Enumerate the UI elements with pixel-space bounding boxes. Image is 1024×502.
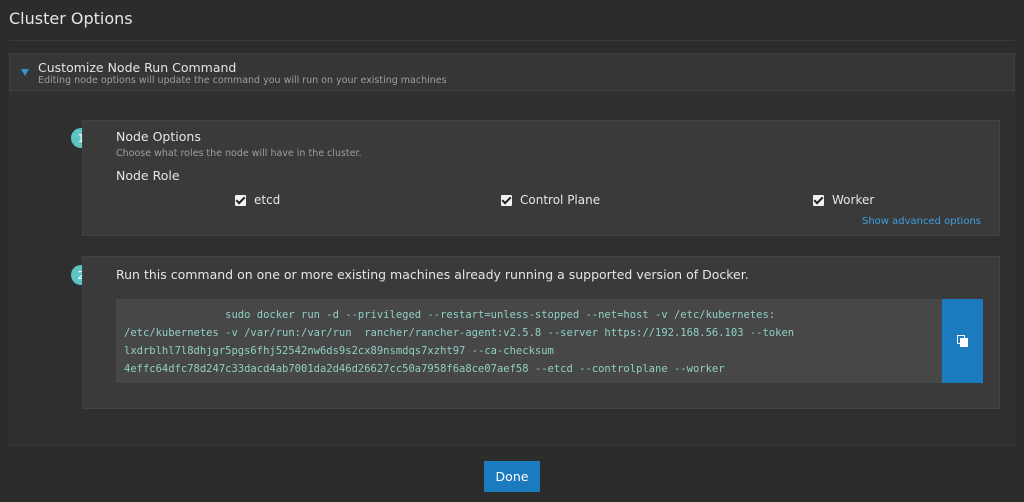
role-label-etcd: etcd: [254, 193, 281, 207]
accordion-title: Customize Node Run Command: [38, 60, 237, 75]
customize-node-accordion[interactable]: Customize Node Run Command Editing node …: [9, 53, 1015, 91]
command-line: lxdrblhl7l8dhjgr5pgs6fhj52542nw6ds9s2cx8…: [124, 345, 554, 357]
node-options-title: Node Options: [116, 129, 201, 144]
accordion-subtitle: Editing node options will update the com…: [38, 75, 447, 86]
title-divider: [9, 40, 1015, 41]
role-checkbox-worker[interactable]: Worker: [813, 193, 874, 207]
command-line: 4effc64dfc78d247c33dacd4ab7001da2d46d266…: [124, 363, 725, 375]
run-command-card: Run this command on one or more existing…: [82, 256, 1000, 409]
node-options-card: Node Options Choose what roles the node …: [82, 120, 1000, 236]
run-command-title: Run this command on one or more existing…: [116, 267, 749, 282]
checkbox-checked-icon[interactable]: [813, 194, 824, 206]
command-text-box[interactable]: sudo docker run -d --privileged --restar…: [116, 299, 942, 383]
done-button[interactable]: Done: [484, 461, 540, 492]
role-label-worker: Worker: [832, 193, 875, 207]
copy-to-clipboard-button[interactable]: [942, 299, 983, 383]
checkbox-checked-icon[interactable]: [501, 194, 512, 206]
node-role-label: Node Role: [116, 168, 180, 183]
command-line: /etc/kubernetes -v /var/run:/var/run ran…: [124, 327, 795, 339]
role-label-control-plane: Control Plane: [520, 193, 601, 207]
clipboard-icon: [956, 334, 969, 348]
command-line: sudo docker run -d --privileged --restar…: [124, 309, 776, 321]
show-advanced-options-link[interactable]: Show advanced options: [862, 216, 981, 227]
checkbox-checked-icon[interactable]: [235, 194, 246, 206]
role-checkbox-control-plane[interactable]: Control Plane: [501, 193, 600, 207]
node-options-subtitle: Choose what roles the node will have in …: [116, 148, 362, 159]
caret-down-icon[interactable]: [21, 69, 29, 76]
role-checkbox-etcd[interactable]: etcd: [235, 193, 280, 207]
page-title: Cluster Options: [9, 9, 133, 28]
